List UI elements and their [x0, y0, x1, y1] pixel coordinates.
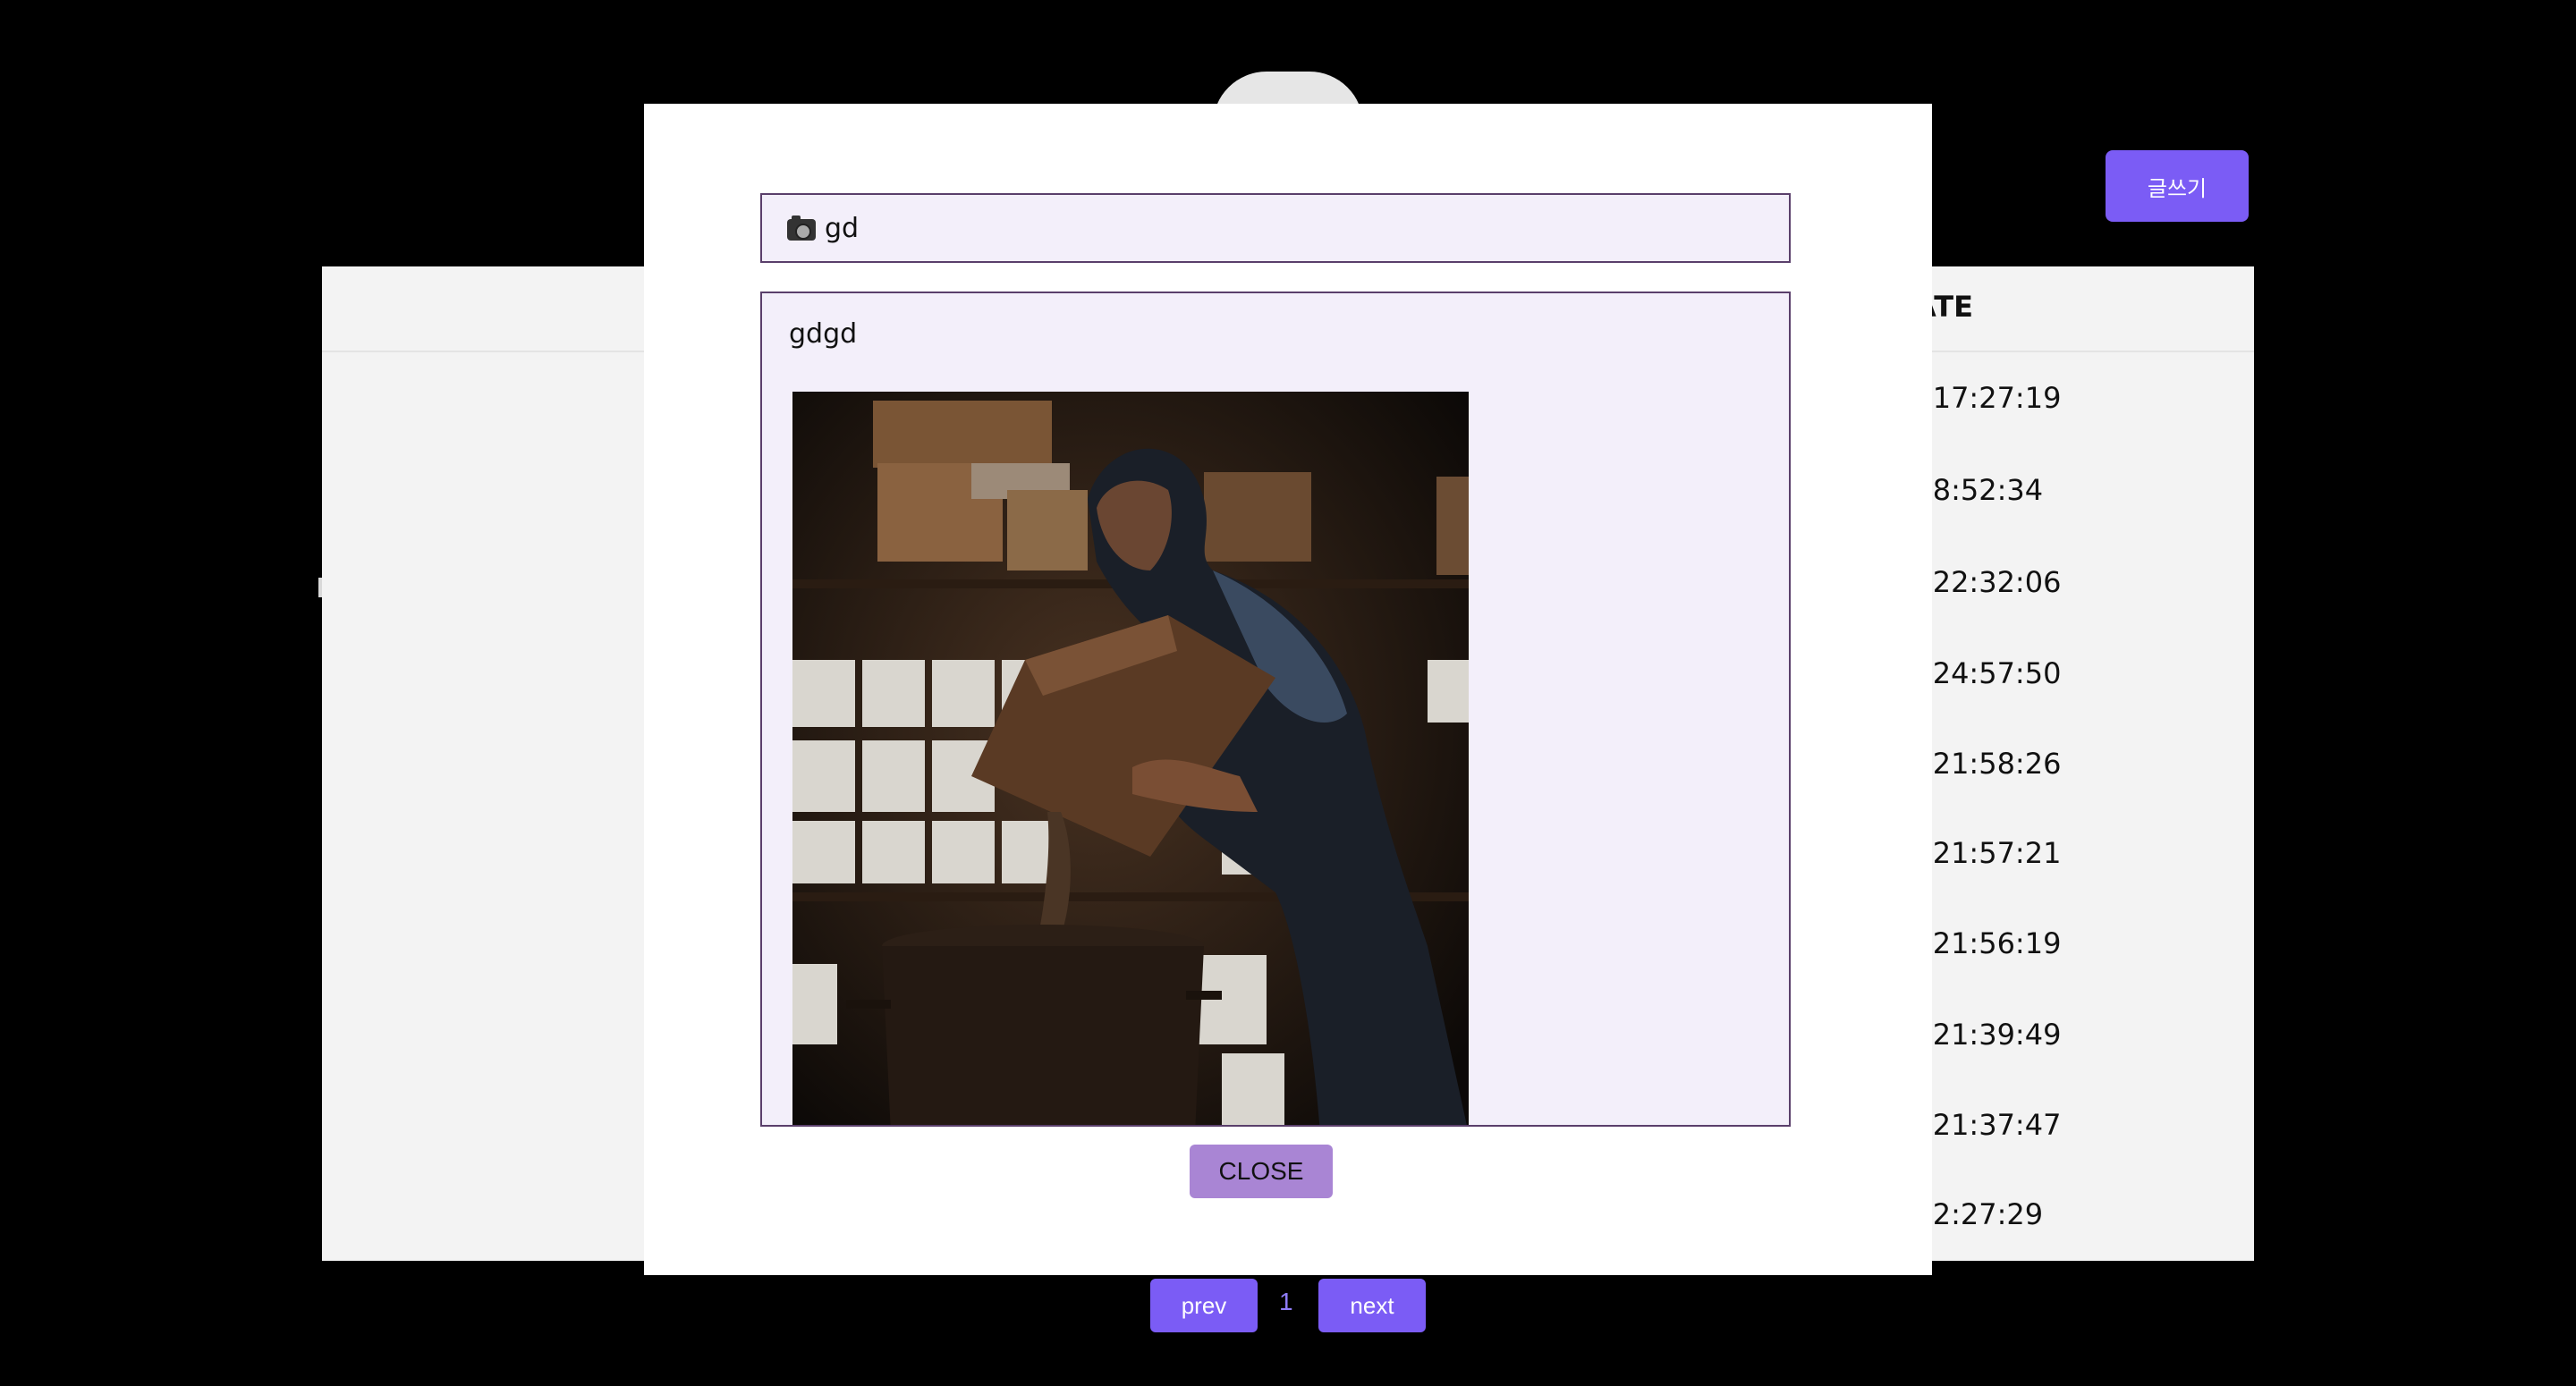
post-content-text: gdgd — [789, 318, 858, 350]
prev-page-button[interactable]: prev — [1150, 1279, 1258, 1332]
current-page-number[interactable]: 1 — [1279, 1288, 1293, 1316]
post-title-field: gd — [760, 193, 1791, 263]
post-title-text: gd — [825, 212, 860, 244]
post-image — [792, 392, 1469, 1125]
page: 글쓰기 ATE 4, 17:27:19 , 18:52:34 3, 22:32:… — [0, 0, 2576, 1386]
close-button[interactable]: CLOSE — [1190, 1145, 1333, 1198]
post-content-area[interactable]: gdgd — [760, 292, 1791, 1127]
post-detail-modal: gd gdgd CLOSE — [644, 104, 1932, 1275]
camera-icon — [787, 216, 816, 241]
next-page-button[interactable]: next — [1318, 1279, 1426, 1332]
write-post-button[interactable]: 글쓰기 — [2106, 150, 2249, 222]
